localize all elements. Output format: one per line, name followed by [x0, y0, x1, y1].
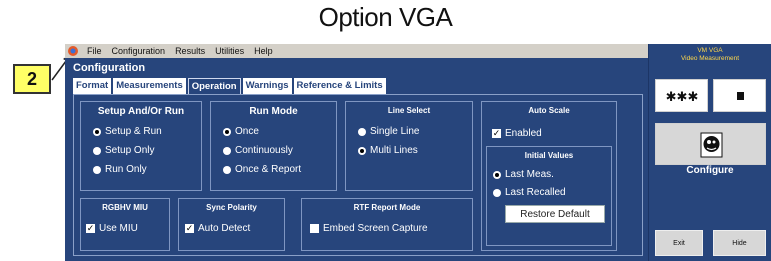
initial-values-group: Initial Values Last Meas. Last Recalled …: [486, 146, 612, 246]
radio-icon[interactable]: [493, 188, 501, 197]
page-heading: Option VGA: [318, 2, 453, 32]
auto-detect-checkbox[interactable]: ✓ Auto Detect: [185, 223, 250, 234]
checkbox-icon[interactable]: [310, 224, 319, 233]
option-label: Once & Report: [235, 164, 302, 175]
side-panel: VM VGA Video Measurement ✱✱✱ Configure E…: [648, 44, 771, 261]
run-mode-option-continuously[interactable]: Continuously: [223, 145, 293, 156]
menu-utilities[interactable]: Utilities: [210, 46, 249, 56]
line-select-option-single[interactable]: Single Line: [358, 126, 419, 137]
radio-icon[interactable]: [93, 127, 101, 136]
menu-results[interactable]: Results: [170, 46, 210, 56]
restore-default-button[interactable]: Restore Default: [505, 205, 605, 223]
setup-run-title: Setup And/Or Run: [97, 106, 185, 117]
radio-icon[interactable]: [223, 127, 231, 136]
configure-tile[interactable]: [655, 123, 766, 165]
option-label: Use MIU: [99, 223, 138, 234]
setup-run-option-setup-run[interactable]: Setup & Run: [93, 126, 162, 137]
checkbox-icon[interactable]: ✓: [185, 224, 194, 233]
tab-format[interactable]: Format: [73, 78, 112, 94]
page-title: Configuration: [73, 62, 146, 74]
tab-operation[interactable]: Operation: [187, 78, 241, 94]
embed-screen-capture-checkbox[interactable]: Embed Screen Capture: [310, 223, 428, 234]
run-mode-option-once-report[interactable]: Once & Report: [223, 164, 301, 175]
option-label: Once: [235, 126, 259, 137]
square-tile[interactable]: [713, 79, 766, 112]
radio-icon[interactable]: [223, 146, 231, 155]
run-mode-group: Run Mode Once Continuously Once & Report: [210, 101, 337, 191]
option-label: Single Line: [370, 126, 420, 137]
checkbox-icon[interactable]: ✓: [86, 224, 95, 233]
initial-values-title: Initial Values: [524, 151, 574, 160]
tab-measurements[interactable]: Measurements: [113, 78, 186, 94]
line-select-group: Line Select Single Line Multi Lines: [345, 101, 473, 191]
radio-icon[interactable]: [93, 146, 101, 155]
menu-configuration[interactable]: Configuration: [107, 46, 171, 56]
option-label: Embed Screen Capture: [323, 223, 428, 234]
sync-polarity-title: Sync Polarity: [206, 203, 257, 212]
line-select-title: Line Select: [387, 106, 431, 115]
setup-run-group: Setup And/Or Run Setup & Run Setup Only …: [80, 101, 202, 191]
checkbox-icon[interactable]: ✓: [492, 129, 501, 138]
run-mode-title: Run Mode: [249, 106, 298, 117]
face-icon: [700, 132, 723, 158]
radio-icon[interactable]: [358, 127, 366, 136]
rtf-report-title: RTF Report Mode: [353, 203, 421, 212]
auto-scale-title: Auto Scale: [528, 106, 570, 115]
main-area: Configuration Format Measurements Operat…: [65, 58, 648, 261]
menu-bar: File Configuration Results Utilities Hel…: [65, 44, 648, 58]
side-title-line1: VM VGA: [697, 47, 723, 54]
stars-icon: ✱✱✱: [666, 90, 699, 105]
tab-reference-limits[interactable]: Reference & Limits: [293, 78, 386, 94]
option-label: Setup Only: [105, 145, 155, 156]
option-label: Continuously: [235, 145, 293, 156]
option-label: Setup & Run: [105, 126, 162, 137]
square-icon: [737, 92, 744, 100]
configure-label: Configure: [686, 165, 734, 176]
menu-file[interactable]: File: [82, 46, 107, 56]
stars-tile[interactable]: ✱✱✱: [655, 79, 708, 112]
side-title-line2: Video Measurement: [680, 55, 740, 62]
initial-values-option-last-recalled[interactable]: Last Recalled: [493, 187, 566, 198]
option-label: Multi Lines: [370, 145, 418, 156]
app-window: File Configuration Results Utilities Hel…: [65, 44, 771, 261]
run-mode-option-once[interactable]: Once: [223, 126, 259, 137]
side-panel-title: VM VGA Video Measurement: [649, 47, 771, 63]
operation-panel: Setup And/Or Run Setup & Run Setup Only …: [73, 94, 643, 256]
option-label: Run Only: [105, 164, 147, 175]
option-label: Enabled: [505, 128, 542, 139]
sync-polarity-group: Sync Polarity ✓ Auto Detect: [178, 198, 285, 251]
option-label: Last Recalled: [505, 187, 566, 198]
option-label: Auto Detect: [198, 223, 251, 234]
app-icon[interactable]: [67, 45, 79, 57]
menu-help[interactable]: Help: [249, 46, 278, 56]
line-select-option-multi[interactable]: Multi Lines: [358, 145, 418, 156]
radio-icon[interactable]: [358, 146, 366, 155]
option-label: Last Meas.: [505, 169, 554, 180]
rgbhv-miu-title: RGBHV MIU: [102, 203, 148, 212]
svg-text:✱✱✱: ✱✱✱: [666, 90, 699, 105]
initial-values-option-last-meas[interactable]: Last Meas.: [493, 169, 554, 180]
auto-scale-enabled-checkbox[interactable]: ✓ Enabled: [492, 128, 542, 139]
hide-button[interactable]: Hide: [713, 230, 766, 256]
tab-bar: Format Measurements Operation Warnings R…: [73, 78, 388, 94]
radio-icon[interactable]: [493, 170, 501, 179]
setup-run-option-run-only[interactable]: Run Only: [93, 164, 147, 175]
callout-badge: 2: [13, 64, 51, 94]
setup-run-option-setup-only[interactable]: Setup Only: [93, 145, 154, 156]
radio-icon[interactable]: [223, 165, 231, 174]
rgbhv-miu-group: RGBHV MIU ✓ Use MIU: [80, 198, 170, 251]
rtf-report-group: RTF Report Mode Embed Screen Capture: [301, 198, 473, 251]
use-miu-checkbox[interactable]: ✓ Use MIU: [86, 223, 138, 234]
radio-icon[interactable]: [93, 165, 101, 174]
tab-warnings[interactable]: Warnings: [242, 78, 292, 94]
exit-button[interactable]: Exit: [655, 230, 703, 256]
auto-scale-group: Auto Scale ✓ Enabled Initial Values Last…: [481, 101, 617, 251]
